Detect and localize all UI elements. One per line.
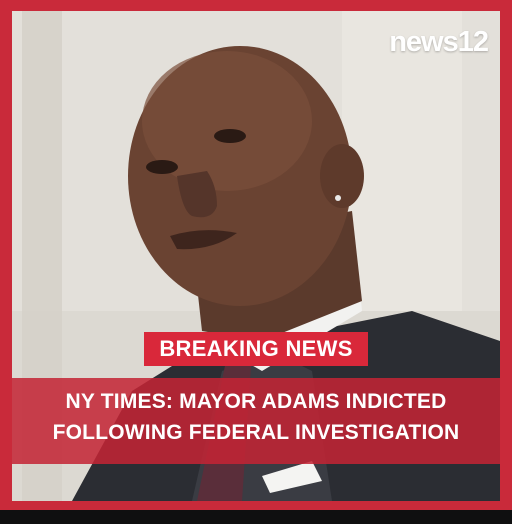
headline-line-2: FOLLOWING FEDERAL INVESTIGATION — [52, 421, 460, 444]
breaking-news-badge: BREAKING NEWS — [144, 332, 368, 366]
bottom-bar — [0, 510, 512, 524]
news-card: news12 BREAKING NEWS NY TIMES: MAYOR ADA… — [0, 0, 512, 510]
headline: NY TIMES: MAYOR ADAMS INDICTED FOLLOWING… — [12, 386, 500, 448]
headline-line-1: NY TIMES: MAYOR ADAMS INDICTED — [65, 390, 447, 413]
news12-logo: news12 — [389, 26, 489, 58]
